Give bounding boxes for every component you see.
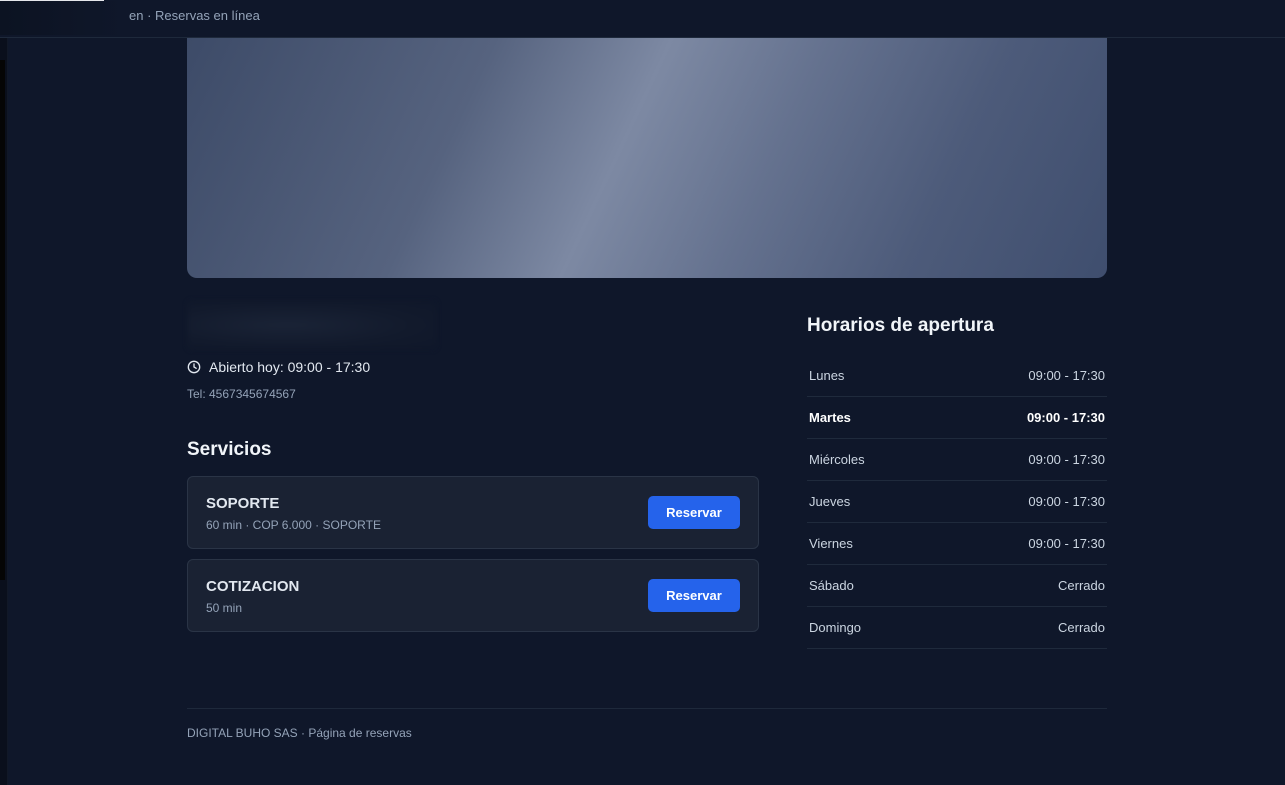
hours-row-jueves: Jueves 09:00 - 17:30 [807,481,1107,523]
day-label: Lunes [809,368,845,383]
service-meta: 50 min [206,601,243,615]
left-edge-shadow [0,60,5,580]
top-bar: en · Reservas en línea [0,0,1285,38]
day-label: Viernes [809,536,853,551]
open-today-status: Abierto hoy: 09:00 - 17:30 [187,359,370,375]
opening-hours-list: Lunes 09:00 - 17:30 Martes 09:00 - 17:30… [807,355,1107,649]
service-meta: 60 min · COP 6.000 · SOPORTE [206,518,381,532]
footer-divider [187,708,1107,709]
open-today-text: Abierto hoy: 09:00 - 17:30 [209,359,371,375]
hours-heading: Horarios de apertura [807,315,994,336]
logo-area [0,1,125,35]
day-hours: 09:00 - 17:30 [1028,452,1105,467]
day-hours: 09:00 - 17:30 [1028,536,1105,551]
day-label: Jueves [809,494,851,509]
service-name: COTIZACION [206,578,300,595]
day-label: Sábado [809,578,854,593]
service-card-soporte: SOPORTE 60 min · COP 6.000 · SOPORTE Res… [187,476,759,549]
day-hours: Cerrado [1058,578,1105,593]
service-name: SOPORTE [206,495,280,512]
service-card-cotizacion: COTIZACION 50 min Reservar [187,559,759,632]
footer-text: DIGITAL BUHO SAS · Página de reservas [187,726,412,740]
hours-row-martes-today: Martes 09:00 - 17:30 [807,397,1107,439]
reserve-button-soporte[interactable]: Reservar [648,496,740,529]
reserve-button-cotizacion[interactable]: Reservar [648,579,740,612]
hours-row-miercoles: Miércoles 09:00 - 17:30 [807,439,1107,481]
day-label: Domingo [809,620,862,635]
services-heading: Servicios [187,439,272,460]
business-name-blurred [187,300,437,350]
hours-row-domingo: Domingo Cerrado [807,607,1107,649]
hero-banner-image [187,38,1107,278]
day-hours: 09:00 - 17:30 [1026,410,1105,425]
day-label: Miércoles [809,452,865,467]
day-hours: 09:00 - 17:30 [1028,368,1105,383]
hours-row-viernes: Viernes 09:00 - 17:30 [807,523,1107,565]
hours-row-sabado: Sábado Cerrado [807,565,1107,607]
day-hours: 09:00 - 17:30 [1028,494,1105,509]
day-hours: Cerrado [1058,620,1105,635]
hours-row-lunes: Lunes 09:00 - 17:30 [807,355,1107,397]
day-label: Martes [809,410,851,425]
clock-icon [187,360,201,374]
breadcrumb: en · Reservas en línea [129,8,260,23]
phone-number: Tel: 4567345674567 [187,387,296,401]
left-edge-panel [0,38,8,785]
